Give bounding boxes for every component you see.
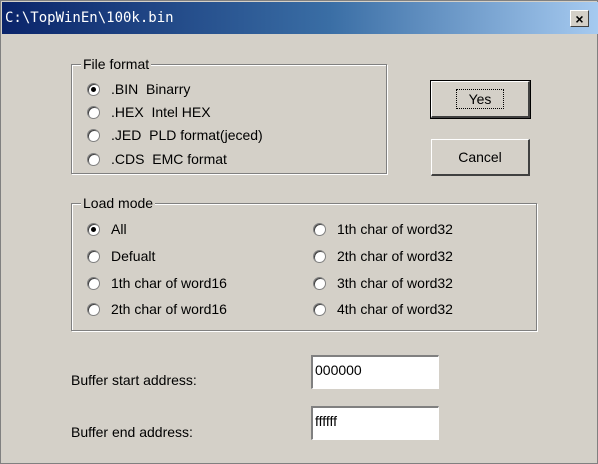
radio-load-default[interactable]: Defualt xyxy=(87,246,155,266)
radio-load-word32-char2[interactable]: 2th char of word32 xyxy=(313,246,453,266)
radio-label: .HEX Intel HEX xyxy=(111,104,211,120)
radio-label: All xyxy=(111,221,127,237)
radio-button-icon xyxy=(87,128,100,142)
radio-button-icon xyxy=(313,222,326,236)
buffer-end-field[interactable]: ffffff xyxy=(311,406,439,440)
close-button[interactable]: × xyxy=(570,10,589,27)
buffer-start-field[interactable]: 000000 xyxy=(311,355,439,389)
yes-button[interactable]: Yes xyxy=(430,80,531,119)
radio-format-bin[interactable]: .BIN Binarry xyxy=(87,79,190,99)
radio-label: 2th char of word16 xyxy=(111,301,227,317)
cancel-button[interactable]: Cancel xyxy=(431,139,530,176)
radio-load-all[interactable]: All xyxy=(87,219,127,239)
radio-label: 2th char of word32 xyxy=(337,248,453,264)
title-bar[interactable]: C:\TopWinEn\100k.bin × xyxy=(2,2,598,34)
radio-label: 3th char of word32 xyxy=(337,275,453,291)
radio-format-cds[interactable]: .CDS EMC format xyxy=(87,149,227,169)
radio-button-icon xyxy=(313,302,326,316)
file-format-legend: File format xyxy=(81,56,152,72)
buffer-end-label: Buffer end address: xyxy=(71,424,193,440)
radio-button-icon xyxy=(87,152,100,166)
radio-button-icon xyxy=(313,276,326,290)
radio-label: .JED PLD format(jeced) xyxy=(111,127,263,143)
radio-load-word32-char1[interactable]: 1th char of word32 xyxy=(313,219,453,239)
radio-button-icon xyxy=(87,276,100,290)
radio-format-jed[interactable]: .JED PLD format(jeced) xyxy=(87,125,263,145)
close-icon: × xyxy=(575,10,584,27)
load-file-dialog: C:\TopWinEn\100k.bin × File format .BIN … xyxy=(0,0,598,464)
radio-load-word16-char2[interactable]: 2th char of word16 xyxy=(87,299,227,319)
radio-button-icon xyxy=(87,105,100,119)
radio-load-word16-char1[interactable]: 1th char of word16 xyxy=(87,273,227,293)
radio-button-icon xyxy=(87,82,100,96)
window-title: C:\TopWinEn\100k.bin xyxy=(5,10,174,26)
radio-load-word32-char4[interactable]: 4th char of word32 xyxy=(313,299,453,319)
load-mode-legend: Load mode xyxy=(81,195,156,211)
radio-button-icon xyxy=(87,302,100,316)
buffer-start-label: Buffer start address: xyxy=(71,372,197,388)
radio-label: .CDS EMC format xyxy=(111,151,227,167)
radio-button-icon xyxy=(313,249,326,263)
radio-label: Defualt xyxy=(111,248,156,264)
radio-label: 1th char of word16 xyxy=(111,275,227,291)
radio-format-hex[interactable]: .HEX Intel HEX xyxy=(87,102,211,122)
radio-button-icon xyxy=(87,222,100,236)
yes-button-label: Yes xyxy=(455,89,505,109)
radio-load-word32-char3[interactable]: 3th char of word32 xyxy=(313,273,453,293)
radio-label: .BIN Binarry xyxy=(111,81,191,97)
radio-button-icon xyxy=(87,249,100,263)
cancel-button-label: Cancel xyxy=(458,149,502,165)
radio-label: 1th char of word32 xyxy=(337,221,453,237)
radio-label: 4th char of word32 xyxy=(337,301,453,317)
